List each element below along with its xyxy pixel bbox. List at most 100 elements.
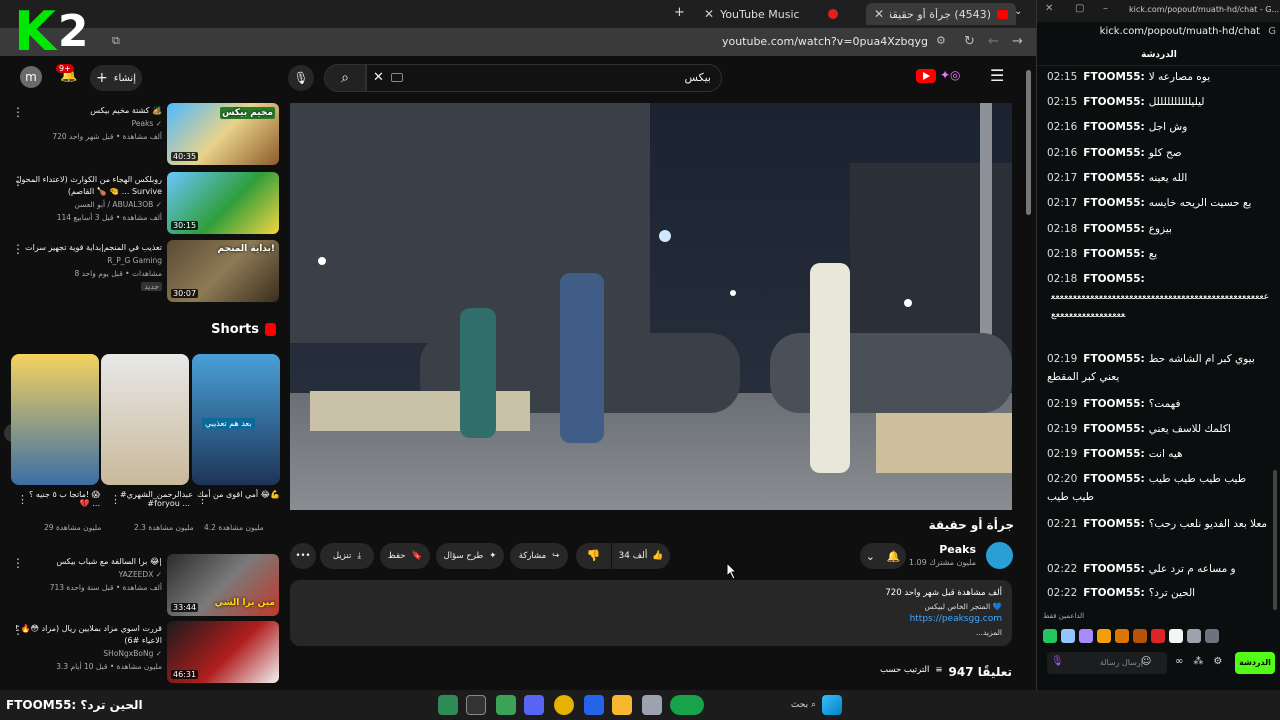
users-icon[interactable]: ⁂ [1193, 656, 1203, 667]
reload-icon[interactable]: ↻ [964, 34, 975, 49]
close-icon[interactable]: ✕ [704, 7, 714, 21]
scrollbar-thumb[interactable] [1026, 70, 1031, 215]
channel-avatar[interactable] [986, 542, 1013, 569]
video-thumbnail[interactable]: مخيم بيكس 40:35 [167, 103, 279, 165]
emote-icon[interactable] [1079, 629, 1093, 643]
infinity-icon[interactable]: ∞ [1175, 656, 1183, 667]
back-icon[interactable]: → [1012, 34, 1023, 49]
new-tab-icon[interactable]: + [674, 5, 685, 20]
url-text[interactable]: youtube.com/watch?v=0pua4Xzbqyg [722, 35, 928, 48]
windows-start-icon[interactable] [822, 695, 842, 715]
youtube-logo[interactable] [916, 69, 936, 83]
sort-button[interactable]: الترتيب حسب ≡ [880, 665, 943, 675]
share-button[interactable]: مشاركة ↪ [510, 543, 568, 569]
chat-username[interactable]: FTOOM55: [1083, 423, 1144, 435]
chat-username[interactable]: FTOOM55: [1083, 587, 1144, 599]
chat-username[interactable]: FTOOM55: [1083, 398, 1144, 410]
emote-icon[interactable] [1061, 629, 1075, 643]
chat-username[interactable]: FTOOM55: [1083, 273, 1144, 285]
more-vert-icon[interactable]: ⋮ [12, 105, 24, 119]
extension-icon[interactable]: ⧉ [112, 34, 120, 48]
emote-icon[interactable] [1097, 629, 1111, 643]
more-button[interactable]: ••• [290, 543, 316, 569]
video-title[interactable]: روبلكس الهجاء من الكوارث (لاعتداء المحول… [12, 174, 162, 198]
more-vert-icon[interactable]: ⋮ [12, 556, 24, 570]
video-title[interactable]: ! 🔥😳 قررت اسوي مزاد بملايين ريال (مزاد ا… [12, 623, 162, 647]
keyboard-icon[interactable] [391, 73, 403, 82]
close-icon[interactable]: ✕ [874, 7, 884, 21]
description-link[interactable]: https://peaksgg.com [910, 614, 1002, 624]
translate-icon[interactable]: G [1268, 26, 1276, 37]
more-vert-icon[interactable]: ⋮ [17, 493, 28, 506]
video-title[interactable]: تعذيب في المنجم|بداية قوية تجهيز سرات [12, 242, 162, 254]
chrome-icon[interactable] [554, 695, 574, 715]
emote-icon[interactable] [1043, 629, 1057, 643]
store-icon[interactable] [584, 695, 604, 715]
tab-youtube-music[interactable]: ✕ YouTube Music [696, 3, 846, 25]
download-button[interactable]: تنزيل ⤓ [320, 543, 374, 569]
chat-username[interactable]: FTOOM55: [1083, 172, 1144, 184]
maximize-icon[interactable]: ▢ [1075, 3, 1084, 14]
video-thumbnail[interactable]: بداية المنجم! 30:07 [167, 240, 279, 302]
list-item[interactable]: 46:31 ! 🔥😳 قررت اسوي مزاد بملايين ريال (… [0, 621, 282, 685]
more-vert-icon[interactable]: ⋮ [110, 493, 121, 506]
menu-icon[interactable]: ☰ [990, 66, 1004, 85]
more-vert-icon[interactable]: ⋮ [12, 174, 24, 188]
kick-url[interactable]: kick.com/popout/muath-hd/chat [1100, 26, 1260, 37]
video-title[interactable]: كشتة مخيم بيكس 🏕️ [12, 105, 162, 117]
video-thumbnail[interactable]: 30:15 [167, 172, 279, 234]
channel-name[interactable]: SHoNgxBoNg ✓ [103, 649, 162, 658]
emote-icon[interactable] [1187, 629, 1201, 643]
more-vert-icon[interactable]: ⋮ [12, 623, 24, 637]
mic-icon[interactable]: 🎙 [288, 65, 314, 91]
create-button[interactable]: + إنشاء [90, 65, 142, 91]
dislike-button[interactable]: 👎 [576, 543, 611, 569]
video-thumbnail[interactable]: 46:31 [167, 621, 279, 683]
channel-name[interactable]: YAZEEDX ✓ [119, 570, 162, 579]
chat-username[interactable]: FTOOM55: [1083, 563, 1144, 575]
tab-youtube-video[interactable]: ✕ (4543) جرأة أو حقيقة - YouTube [866, 3, 1016, 25]
chevron-down-icon[interactable]: ⌄ [1014, 6, 1022, 17]
channel-name[interactable]: R_P_G Gaming [107, 256, 162, 265]
list-item[interactable]: 30:15 روبلكس الهجاء من الكوارث (لاعتداء … [0, 172, 282, 236]
channel-name[interactable]: أبو العسن / ABUAL3OB ✓ [74, 200, 162, 209]
list-item[interactable]: مخيم بيكس 40:35 كشتة مخيم بيكس 🏕️ Peaks … [0, 103, 282, 167]
emote-icon[interactable] [1205, 629, 1219, 643]
channel-name[interactable]: Peaks ✓ [132, 119, 162, 128]
emote-icon[interactable] [1151, 629, 1165, 643]
discord-icon[interactable] [524, 695, 544, 715]
emoji-icon[interactable]: ☺ [1141, 656, 1151, 667]
chat-username[interactable]: FTOOM55: [1083, 71, 1144, 83]
folder-icon[interactable] [612, 695, 632, 715]
subscribed-button[interactable]: ⌄ 🔔 [860, 543, 906, 569]
short-card[interactable] [11, 354, 99, 485]
emote-icon[interactable] [1115, 629, 1129, 643]
app-icon[interactable] [496, 695, 516, 715]
taskbar-search[interactable]: بحث ⌕ [756, 695, 816, 715]
video-player[interactable] [290, 103, 1012, 510]
gear-icon[interactable]: ⚙ [1213, 656, 1222, 667]
channel-name-main[interactable]: Peaks [939, 543, 976, 556]
tune-icon[interactable]: ⚙ [936, 34, 946, 47]
more-link[interactable]: ...المزيد [976, 628, 1002, 637]
video-title[interactable]: برا السالفة مع شباب بيكس 😂| [12, 556, 162, 568]
save-button[interactable]: حفظ 🔖 [380, 543, 430, 569]
like-button[interactable]: 34 ألف 👍 [612, 543, 670, 569]
emote-icon[interactable] [1133, 629, 1147, 643]
minimize-icon[interactable]: – [1103, 3, 1108, 14]
more-vert-icon[interactable]: ⋮ [197, 493, 208, 506]
search-button[interactable]: ⌕ [324, 64, 366, 92]
chat-username[interactable]: FTOOM55: [1083, 518, 1144, 530]
chat-scrollbar[interactable] [1273, 470, 1277, 610]
list-item[interactable]: بداية المنجم! 30:07 تعذيب في المنجم|بداي… [0, 240, 282, 304]
chat-username[interactable]: FTOOM55: [1083, 473, 1144, 485]
chat-username[interactable]: FTOOM55: [1083, 448, 1144, 460]
chat-send-button[interactable]: الدردشة [1235, 652, 1275, 674]
video-thumbnail[interactable]: مين برا الشي 33:44 [167, 554, 279, 616]
short-card[interactable] [101, 354, 189, 485]
app-icon[interactable] [642, 695, 662, 715]
short-title[interactable]: أمي اقوى من أمك 😂💪 [196, 490, 280, 499]
mic-icon[interactable]: 🎙 [1051, 656, 1064, 667]
widgets-icon[interactable] [670, 695, 704, 715]
ask-button[interactable]: طرح سؤال ✦ [436, 543, 504, 569]
